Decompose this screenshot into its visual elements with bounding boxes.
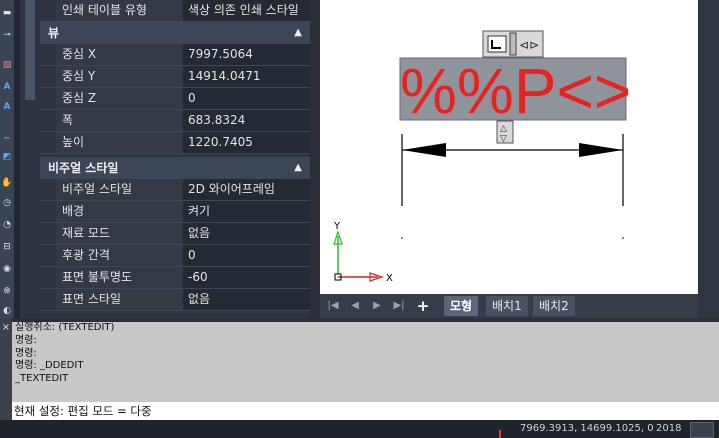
arrowhead-right bbox=[579, 143, 623, 157]
property-value[interactable]: 없음 bbox=[183, 289, 310, 310]
tab-model[interactable]: 모형 bbox=[444, 296, 479, 316]
prev-icon[interactable]: ◀ bbox=[346, 298, 364, 314]
property-value[interactable]: 0 bbox=[183, 245, 310, 266]
tool-icon[interactable]: ◐ bbox=[0, 304, 14, 318]
property-value[interactable]: 색상 의존 인쇄 스타일 bbox=[183, 0, 310, 21]
tab-layout1[interactable]: 배치1 bbox=[486, 296, 528, 316]
svg-text:▽: ▽ bbox=[500, 134, 507, 144]
property-value[interactable]: 1220.7405 bbox=[183, 132, 310, 153]
coordinate-readout[interactable]: 7969.3913, 14699.1025, 0 bbox=[520, 420, 654, 438]
drawing-canvas[interactable]: ⊲⊳ %%P<> △ ▽ Y X bbox=[320, 0, 698, 294]
property-row[interactable]: 배경 켜기 bbox=[40, 201, 310, 223]
property-label: 폭 bbox=[56, 110, 188, 131]
properties-scrollbar[interactable] bbox=[310, 0, 320, 318]
property-value[interactable]: 켜기 bbox=[183, 201, 310, 222]
section-visual-style-header[interactable]: 비주얼 스타일 ▲ bbox=[40, 157, 310, 179]
property-row[interactable]: 비주얼 스타일 2D 와이어프레임 bbox=[40, 179, 310, 201]
command-sidebar: × bbox=[0, 318, 12, 420]
history-line: 명령: bbox=[15, 334, 37, 346]
tool-icon[interactable]: ▬ bbox=[0, 6, 14, 20]
status-bar: 7969.3913, 14699.1025, 0 2018 bbox=[0, 420, 719, 438]
section-title: 비주얼 스타일 bbox=[48, 161, 119, 175]
property-label: 비주얼 스타일 bbox=[56, 179, 188, 200]
property-row[interactable]: 표면 스타일 없음 bbox=[40, 289, 310, 311]
history-line: 명령: _DDEDIT bbox=[15, 360, 84, 372]
svg-text:△: △ bbox=[500, 124, 507, 134]
property-row[interactable]: 인쇄 테이블 유형 색상 의존 인쇄 스타일 bbox=[40, 0, 310, 22]
arrowhead-left bbox=[402, 143, 446, 157]
text-icon[interactable]: A bbox=[0, 100, 14, 114]
showmotion-icon[interactable]: ⊟ bbox=[0, 240, 14, 254]
property-value[interactable]: 14914.0471 bbox=[183, 66, 310, 87]
property-label: 표면 불투명도 bbox=[56, 267, 188, 288]
first-icon[interactable]: |◀ bbox=[324, 298, 342, 314]
ucs-icon: Y X bbox=[333, 221, 393, 284]
svg-text:⊲⊳: ⊲⊳ bbox=[519, 38, 539, 52]
property-row[interactable]: 중심 X 7997.5064 bbox=[40, 44, 310, 66]
layout-tabs: |◀ ◀ ▶ ▶| + 모형 배치1 배치2 bbox=[320, 294, 698, 318]
history-line: _TEXTEDIT bbox=[15, 373, 69, 385]
version-label: 2018 bbox=[656, 423, 682, 434]
command-input[interactable]: 현재 설정: 편집 모드 = 다중 bbox=[12, 402, 719, 420]
steering-icon[interactable]: ◔ bbox=[0, 218, 14, 232]
property-label: 중심 Z bbox=[56, 88, 188, 109]
property-label: 중심 Y bbox=[56, 66, 188, 87]
tool-icon[interactable]: ⊸ bbox=[0, 28, 14, 42]
property-value[interactable]: 없음 bbox=[183, 223, 310, 244]
property-row[interactable]: 후광 간격 0 bbox=[40, 245, 310, 267]
property-row[interactable]: 중심 Z 0 bbox=[40, 88, 310, 110]
property-row[interactable]: 폭 683.8324 bbox=[40, 110, 310, 132]
hatch-icon[interactable]: ▧ bbox=[0, 58, 14, 72]
section-view-header[interactable]: 뷰 ▲ bbox=[40, 22, 310, 44]
property-row[interactable]: 표면 불투명도 -60 bbox=[40, 267, 310, 289]
model-space-icon[interactable] bbox=[690, 422, 714, 438]
property-value[interactable]: 683.8324 bbox=[183, 110, 310, 131]
orbit-icon[interactable]: ◷ bbox=[0, 196, 14, 210]
property-value[interactable]: 0 bbox=[183, 88, 310, 109]
viewport-edge bbox=[698, 0, 719, 318]
text-editor-toolbar[interactable]: ⊲⊳ bbox=[482, 30, 544, 58]
collapse-icon[interactable]: ▲ bbox=[294, 22, 302, 44]
property-label: 배경 bbox=[56, 201, 188, 222]
axis-x-label: X bbox=[386, 273, 393, 284]
property-label: 중심 X bbox=[56, 44, 188, 65]
mtext-content[interactable]: %%P<> bbox=[400, 55, 631, 127]
history-line: 실행취소: (TEXTEDIT) bbox=[15, 322, 115, 333]
command-history: 실행취소: (TEXTEDIT) 명령: 명령: 명령: _DDEDIT _TE… bbox=[12, 322, 719, 402]
last-icon[interactable]: ▶| bbox=[390, 298, 408, 314]
property-value[interactable]: 2D 와이어프레임 bbox=[183, 179, 310, 200]
property-value[interactable]: 7997.5064 bbox=[183, 44, 310, 65]
drawing-svg: ⊲⊳ %%P<> △ ▽ Y X bbox=[333, 30, 631, 284]
properties-titlebar bbox=[20, 0, 40, 318]
axis-y-label: Y bbox=[333, 221, 341, 232]
close-icon[interactable]: × bbox=[0, 322, 12, 333]
property-value[interactable]: -60 bbox=[183, 267, 310, 288]
tab-layout2[interactable]: 배치2 bbox=[533, 296, 575, 316]
property-row[interactable]: 높이 1220.7405 bbox=[40, 132, 310, 154]
property-label: 높이 bbox=[56, 132, 188, 153]
add-layout-button[interactable]: + bbox=[414, 298, 432, 314]
property-row[interactable]: 중심 Y 14914.0471 bbox=[40, 66, 310, 88]
property-row[interactable]: 재료 모드 없음 bbox=[40, 223, 310, 245]
property-label: 후광 간격 bbox=[56, 245, 188, 266]
next-icon[interactable]: ▶ bbox=[368, 298, 386, 314]
section-title: 뷰 bbox=[48, 26, 60, 40]
tool-palette: ▬ ⊸ ▧ A A ┄ ◩ ✋ ◷ ◔ ⊟ ◉ ⊕ ◐ bbox=[0, 0, 14, 318]
navigation-icon[interactable]: ◉ bbox=[0, 262, 14, 276]
edit-icon[interactable]: ◩ bbox=[0, 150, 14, 164]
properties-panel: 인쇄 테이블 유형 색상 의존 인쇄 스타일 뷰 ▲ 중심 X 7997.506… bbox=[40, 0, 310, 318]
zoom-icon[interactable]: ⊕ bbox=[0, 284, 14, 298]
property-label: 인쇄 테이블 유형 bbox=[56, 0, 188, 21]
status-marker bbox=[499, 430, 501, 438]
pan-icon[interactable]: ✋ bbox=[0, 176, 14, 190]
command-window: × 실행취소: (TEXTEDIT) 명령: 명령: 명령: _DDEDIT _… bbox=[0, 318, 719, 420]
text-icon[interactable]: A bbox=[0, 80, 14, 94]
dotted-line-icon[interactable]: ┄ bbox=[0, 132, 14, 146]
property-label: 표면 스타일 bbox=[56, 289, 188, 310]
property-label: 재료 모드 bbox=[56, 223, 188, 244]
collapse-icon[interactable]: ▲ bbox=[294, 157, 302, 179]
history-line: 명령: bbox=[15, 347, 37, 359]
